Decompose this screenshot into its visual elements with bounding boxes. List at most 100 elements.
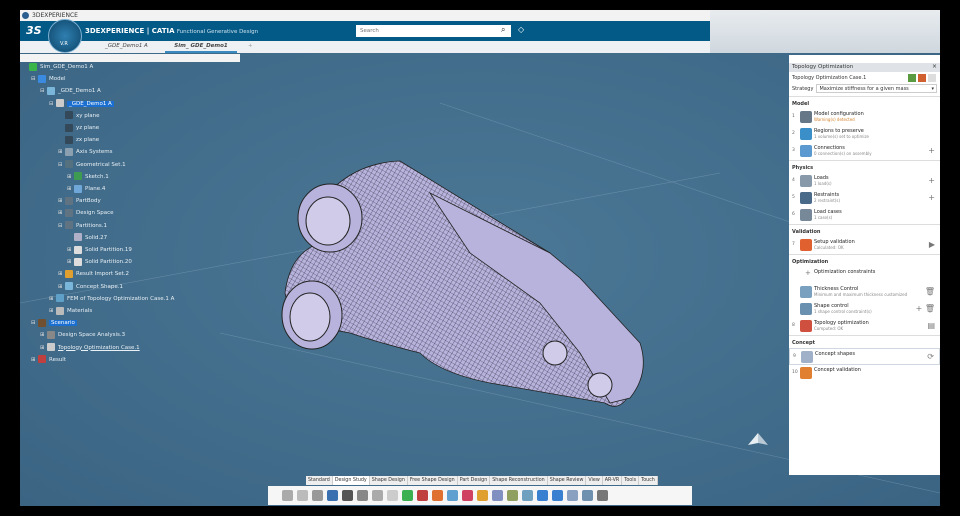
expand-toggle[interactable]: ⊟ bbox=[58, 160, 63, 170]
tree-item[interactable]: ⊞ Result bbox=[31, 355, 66, 365]
toolbar-tab[interactable]: Part Design bbox=[458, 476, 491, 485]
tree-item[interactable]: ⊞ Plane.4 bbox=[67, 184, 105, 194]
expand-toggle[interactable]: ⊟ bbox=[31, 318, 36, 328]
tree-header-bar[interactable] bbox=[20, 54, 240, 62]
expand-toggle[interactable]: ⊞ bbox=[31, 355, 36, 365]
expand-toggle[interactable]: ⊞ bbox=[40, 330, 45, 340]
tree-item[interactable]: ⊟ _GDE_Demo1 A bbox=[49, 99, 114, 109]
toolbar-tab[interactable]: Free Shape Design bbox=[408, 476, 458, 485]
tree-item[interactable]: ⊟ Geometrical Set.1 bbox=[58, 160, 126, 170]
panel-row[interactable]: 9 Concept shapes ⟳ bbox=[789, 348, 940, 365]
panel-row[interactable]: Shape control 1 shape control constraint(… bbox=[789, 301, 940, 318]
toolbar-tool-icon[interactable] bbox=[432, 490, 443, 501]
toolbar-tab[interactable]: Standard bbox=[306, 476, 333, 485]
panel-row[interactable]: 10 Concept validation bbox=[789, 365, 940, 382]
tab-sim-gde-demo1[interactable]: Sim_ GDE_Demo1 bbox=[165, 43, 237, 53]
tree-item[interactable]: ⊞ Concept Shape.1 bbox=[58, 282, 123, 292]
tree-item[interactable]: ⊞ Design Space bbox=[58, 208, 114, 218]
tree-item[interactable]: ⊞ Solid Partition.20 bbox=[67, 257, 132, 267]
expand-toggle[interactable]: ⊞ bbox=[67, 184, 72, 194]
tree-item[interactable]: ⊟ Scenario bbox=[31, 318, 77, 328]
compass-button[interactable]: V.R bbox=[48, 19, 82, 53]
run-icon[interactable] bbox=[908, 74, 916, 82]
row-action-button[interactable]: 🗑 bbox=[925, 287, 935, 296]
row-action-button[interactable]: + bbox=[928, 193, 935, 202]
toolbar-tab[interactable]: Shape Design bbox=[370, 476, 408, 485]
toolbar-tool-icon[interactable] bbox=[462, 490, 473, 501]
toolbar-tool-icon[interactable] bbox=[492, 490, 503, 501]
expand-toggle[interactable]: ⊞ bbox=[67, 172, 72, 182]
tree-item[interactable]: Solid.27 bbox=[67, 233, 107, 243]
toolbar-tab[interactable]: AR-VR bbox=[603, 476, 623, 485]
toolbar-tool-icon[interactable] bbox=[357, 490, 368, 501]
expand-toggle[interactable]: ⊟ bbox=[31, 74, 36, 84]
strategy-select[interactable]: Maximize stiffness for a given mass ▾ bbox=[816, 84, 937, 93]
panel-row[interactable]: 6 Load cases 1 case(s) bbox=[789, 207, 940, 224]
panel-row[interactable]: 1 Model configuration Warning(s) detected bbox=[789, 109, 940, 126]
tree-item[interactable]: ⊞ Design Space Analysis.3 bbox=[40, 330, 125, 340]
tree-item[interactable]: ⊞ Topology Optimization Case.1 bbox=[40, 343, 140, 353]
tree-item[interactable]: yz plane bbox=[58, 123, 99, 133]
expand-toggle[interactable]: ⊟ bbox=[40, 86, 45, 96]
close-icon[interactable]: × bbox=[932, 63, 937, 70]
tree-item[interactable]: ⊟ _GDE_Demo1 A bbox=[40, 86, 101, 96]
toolbar-tool-icon[interactable] bbox=[537, 490, 548, 501]
tree-item[interactable]: Sim_GDE_Demo1 A bbox=[22, 62, 93, 72]
expand-toggle[interactable]: ⊞ bbox=[49, 294, 54, 304]
tree-item[interactable]: ⊞ PartBody bbox=[58, 196, 101, 206]
toolbar-tool-icon[interactable] bbox=[477, 490, 488, 501]
toolbar-tab[interactable]: Shape Review bbox=[548, 476, 587, 485]
toolbar-tool-icon[interactable] bbox=[297, 490, 308, 501]
add-icon[interactable]: + bbox=[805, 269, 811, 277]
tree-item[interactable]: ⊟ Partitions.1 bbox=[58, 221, 107, 231]
grid-icon[interactable] bbox=[928, 74, 936, 82]
toolbar-tool-icon[interactable] bbox=[312, 490, 323, 501]
tree-item[interactable]: xy plane bbox=[58, 111, 100, 121]
toolbar-tab[interactable]: Touch bbox=[639, 476, 658, 485]
tree-item[interactable]: ⊞ Solid Partition.19 bbox=[67, 245, 132, 255]
row-action-button[interactable]: + bbox=[928, 146, 935, 155]
expand-toggle[interactable]: ⊞ bbox=[58, 269, 63, 279]
expand-toggle[interactable]: ⊞ bbox=[49, 306, 54, 316]
search-input[interactable] bbox=[356, 25, 511, 37]
search-icon[interactable]: ⌕ bbox=[501, 25, 505, 35]
toolbar-tab[interactable]: Shape Reconstruction bbox=[490, 476, 548, 485]
panel-row[interactable]: 7 Setup validation Calculated: OK ▶ bbox=[789, 237, 940, 254]
row-action-button[interactable]: + 🗑 bbox=[916, 304, 935, 313]
toolbar-tool-icon[interactable] bbox=[552, 490, 563, 501]
row-action-button[interactable]: ▤ bbox=[927, 321, 935, 330]
toolbar-tool-icon[interactable] bbox=[402, 490, 413, 501]
toolbar-tool-icon[interactable] bbox=[327, 490, 338, 501]
toolbar-tab[interactable]: Design Study bbox=[332, 476, 370, 485]
panel-row[interactable]: + Optimization constraints bbox=[789, 267, 940, 284]
toolbar-tool-icon[interactable] bbox=[342, 490, 353, 501]
toolbar-tool-icon[interactable] bbox=[417, 490, 428, 501]
toolbar-tab[interactable]: Tools bbox=[622, 476, 640, 485]
tab-gde-demo1[interactable]: _GDE_Demo1 A bbox=[105, 43, 148, 49]
toolbar-tool-icon[interactable] bbox=[522, 490, 533, 501]
expand-toggle[interactable]: ⊞ bbox=[67, 245, 72, 255]
tree-item[interactable]: zx plane bbox=[58, 135, 99, 145]
toolbar-tool-icon[interactable] bbox=[282, 490, 293, 501]
toolbar-tool-icon[interactable] bbox=[372, 490, 383, 501]
expand-toggle[interactable]: ⊞ bbox=[58, 208, 63, 218]
tree-item[interactable]: ⊞ Sketch.1 bbox=[67, 172, 109, 182]
expand-toggle[interactable]: ⊞ bbox=[58, 147, 63, 157]
panel-row[interactable]: 5 Restraints 2 restraint(s) + bbox=[789, 190, 940, 207]
tree-item[interactable]: ⊟ Model bbox=[31, 74, 66, 84]
tree-item[interactable]: ⊞ Result Import Set.2 bbox=[58, 269, 129, 279]
toolbar-tool-icon[interactable] bbox=[447, 490, 458, 501]
expand-toggle[interactable]: ⊞ bbox=[67, 257, 72, 267]
panel-row[interactable]: 3 Connections 0 connection(s) on assembly + bbox=[789, 143, 940, 160]
panel-row[interactable]: 2 Regions to preserve 1 volume(s) set to o… bbox=[789, 126, 940, 143]
toolbar-tool-icon[interactable] bbox=[387, 490, 398, 501]
results-icon[interactable] bbox=[918, 74, 926, 82]
row-action-button[interactable]: + bbox=[928, 176, 935, 185]
expand-toggle[interactable]: ⊟ bbox=[49, 99, 54, 109]
row-action-button[interactable]: ⟳ bbox=[927, 352, 934, 361]
expand-toggle[interactable]: ⊞ bbox=[58, 282, 63, 292]
expand-toggle[interactable]: ⊞ bbox=[40, 343, 45, 353]
toolbar-tool-icon[interactable] bbox=[507, 490, 518, 501]
toolbar-tab[interactable]: View bbox=[586, 476, 603, 485]
expand-toggle[interactable]: ⊞ bbox=[58, 196, 63, 206]
